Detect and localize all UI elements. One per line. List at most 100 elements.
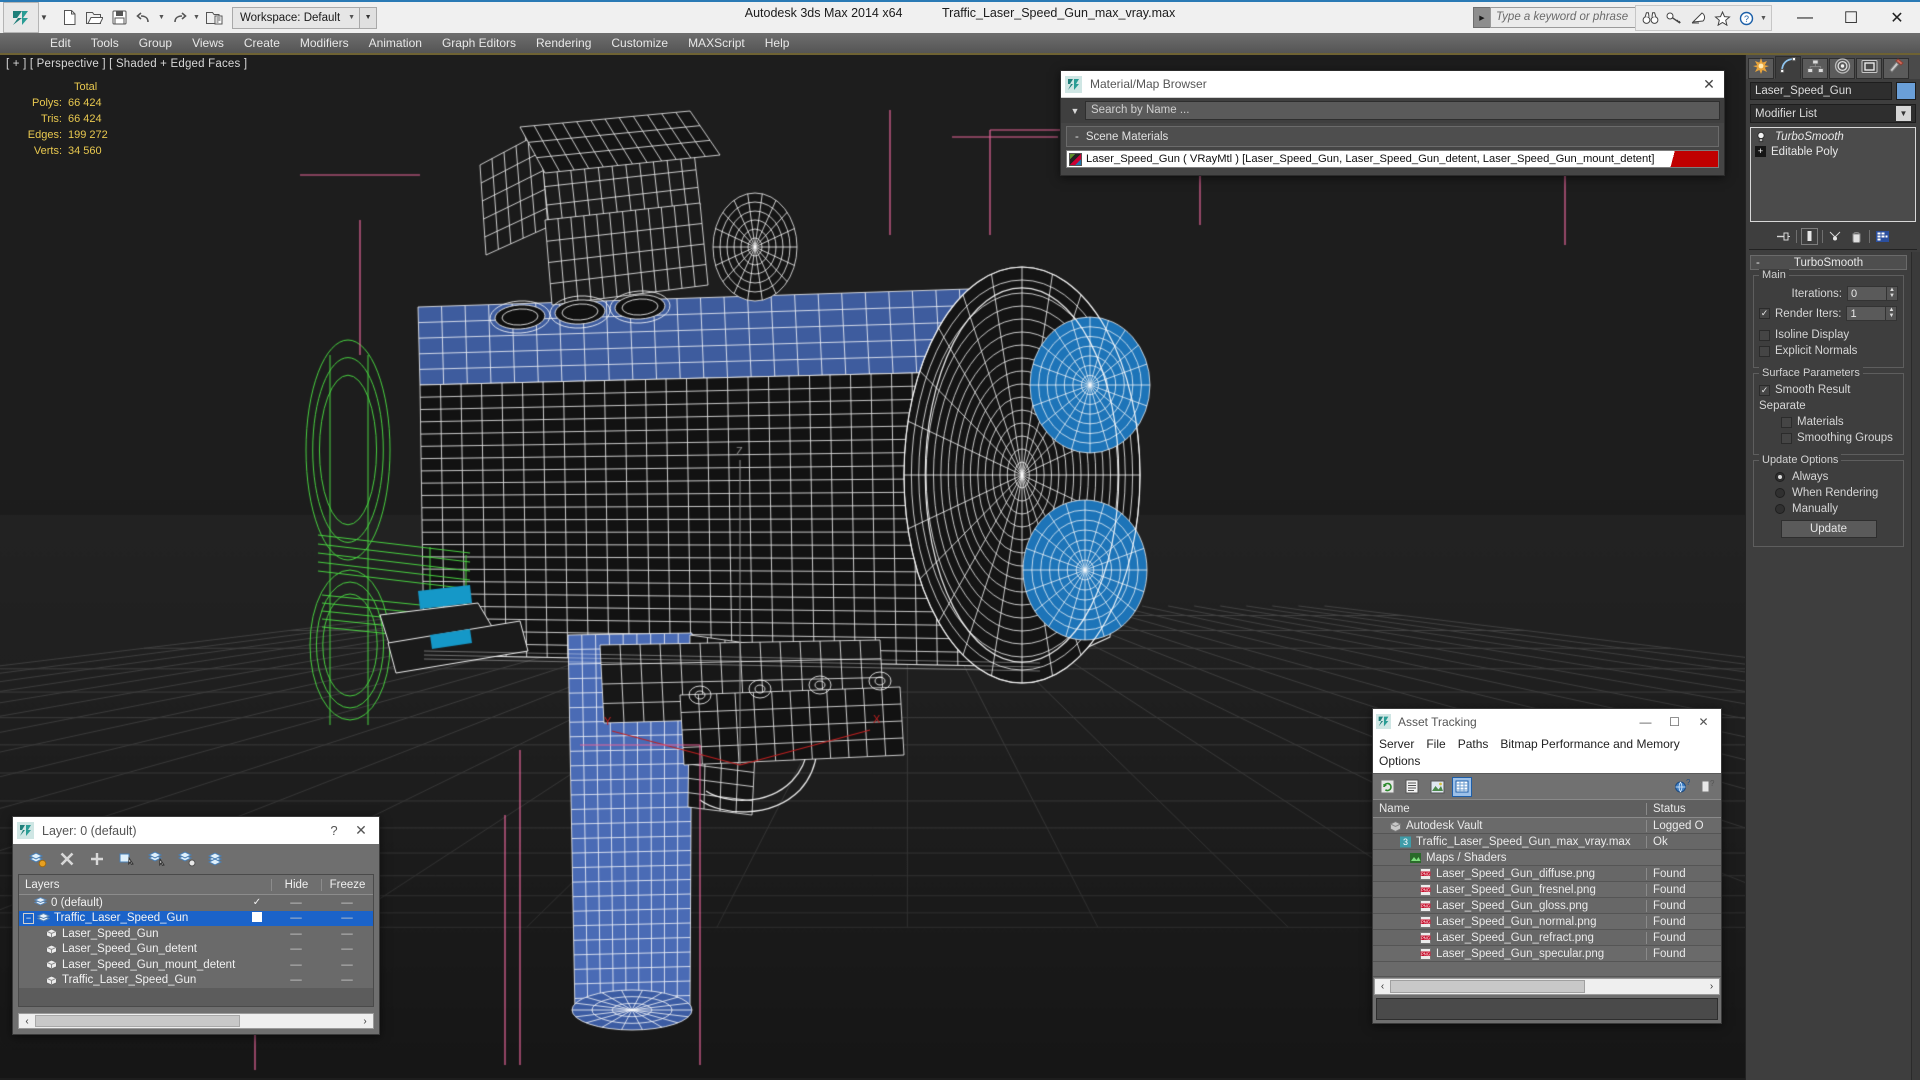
update-manually-row[interactable]: Manually — [1775, 503, 1898, 515]
layer-hide-toggle[interactable]: — — [271, 943, 321, 955]
iterations-spinner[interactable]: 0 ▲ ▼ — [1847, 286, 1898, 301]
set-project-folder-icon[interactable] — [202, 6, 226, 30]
object-name-field[interactable]: Laser_Speed_Gun — [1750, 82, 1892, 100]
scroll-left-icon[interactable]: ‹ — [19, 1016, 35, 1027]
menu-item-edit[interactable]: Edit — [40, 33, 81, 54]
app-menu-caret-icon[interactable]: ▼ — [40, 13, 50, 22]
motion-tab[interactable] — [1829, 58, 1855, 79]
redo-icon[interactable] — [167, 6, 191, 30]
layer-column-name[interactable]: Layers — [19, 879, 243, 891]
isoline-display-checkbox[interactable] — [1759, 329, 1770, 341]
update-manually-radio[interactable] — [1775, 504, 1785, 514]
menu-item-modifiers[interactable]: Modifiers — [290, 33, 359, 54]
layer-column-hide[interactable]: Hide — [271, 878, 321, 891]
asset-row[interactable]: PNG Laser_Speed_Gun_refract.png Found — [1373, 930, 1721, 946]
layer-hide-toggle[interactable]: — — [271, 959, 321, 971]
menu-item-animation[interactable]: Animation — [359, 33, 432, 54]
redo-dropdown-icon[interactable]: ▼ — [192, 6, 201, 30]
layer-freeze-toggle[interactable]: — — [321, 974, 373, 986]
asset-menu-server[interactable]: Server — [1379, 736, 1414, 753]
layer-freeze-toggle[interactable]: — — [321, 928, 373, 940]
smooth-result-row[interactable]: ✓ Smooth Result — [1759, 384, 1898, 396]
select-objects-in-layer-icon[interactable] — [117, 849, 137, 869]
add-selection-to-layer-icon[interactable] — [87, 849, 107, 869]
asset-tracking-maximize-button[interactable]: ☐ — [1660, 715, 1689, 729]
scroll-thumb[interactable] — [1390, 980, 1585, 993]
asset-tracking-hscrollbar[interactable]: ‹ › — [1374, 978, 1720, 995]
help-dropdown-icon[interactable]: ▼ — [1759, 6, 1768, 30]
maximize-button[interactable]: ☐ — [1828, 2, 1874, 33]
modifier-list-dropdown[interactable]: Modifier List ▼ — [1750, 104, 1916, 123]
help-question-icon[interactable]: ? — [1735, 7, 1758, 29]
satellite-dish-icon[interactable] — [1687, 7, 1710, 29]
material-list-item[interactable]: Laser_Speed_Gun ( VRayMtl ) [Laser_Speed… — [1066, 150, 1719, 168]
plus-expand-icon[interactable]: + — [1755, 146, 1766, 157]
favorites-star-icon[interactable] — [1711, 7, 1734, 29]
modifier-stack[interactable]: TurboSmooth + Editable Poly — [1750, 127, 1916, 222]
undo-dropdown-icon[interactable]: ▼ — [157, 6, 166, 30]
layer-current-marker[interactable] — [243, 911, 271, 925]
layer-freeze-toggle[interactable]: — — [321, 897, 373, 909]
menu-item-customize[interactable]: Customize — [601, 33, 678, 54]
layer-freeze-toggle[interactable]: — — [321, 912, 373, 924]
update-always-row[interactable]: Always — [1775, 471, 1898, 483]
material-search-input[interactable]: Search by Name ... — [1085, 101, 1720, 120]
help-globe-icon[interactable]: ? — [1672, 777, 1692, 797]
layer-window-help-button[interactable]: ? — [321, 823, 347, 838]
explicit-normals-checkbox[interactable] — [1759, 345, 1770, 357]
close-button[interactable]: ✕ — [1874, 2, 1920, 33]
remove-modifier-icon[interactable] — [1848, 228, 1865, 245]
layer-row[interactable]: − Traffic_Laser_Speed_Gun — — — [19, 910, 373, 926]
menu-item-tools[interactable]: Tools — [81, 33, 129, 54]
layer-row[interactable]: Laser_Speed_Gun_mount_detent — — — [19, 957, 373, 973]
utilities-tab[interactable] — [1883, 58, 1909, 79]
thumbnail-view-icon[interactable] — [1427, 777, 1447, 797]
asset-row[interactable]: PNG Laser_Speed_Gun_fresnel.png Found — [1373, 882, 1721, 898]
asset-tracking-minimize-button[interactable]: — — [1631, 715, 1660, 729]
object-color-swatch[interactable] — [1896, 82, 1916, 100]
select-highlighted-objects-icon[interactable] — [147, 849, 167, 869]
hierarchy-tab[interactable] — [1802, 58, 1828, 79]
asset-tracking-window[interactable]: Asset Tracking — ☐ ✕ Server File Paths Bitm… — [1372, 708, 1722, 1024]
material-browser-close-button[interactable]: ✕ — [1698, 76, 1720, 93]
update-when-rendering-radio[interactable] — [1775, 488, 1785, 498]
filter-dropdown-icon[interactable]: ▼ — [1065, 106, 1085, 116]
asset-row[interactable]: PNG Laser_Speed_Gun_normal.png Found — [1373, 914, 1721, 930]
refresh-icon[interactable] — [1377, 777, 1397, 797]
layer-hide-toggle[interactable]: — — [271, 912, 321, 924]
menu-item-maxscript[interactable]: MAXScript — [678, 33, 755, 54]
scroll-left-icon[interactable]: ‹ — [1375, 981, 1390, 992]
asset-column-name[interactable]: Name — [1373, 803, 1646, 815]
asset-menu-paths[interactable]: Paths — [1458, 736, 1489, 753]
layer-row[interactable]: Laser_Speed_Gun — — — [19, 926, 373, 942]
material-map-browser-window[interactable]: Material/Map Browser ✕ ▼ Search by Name … — [1060, 70, 1725, 176]
update-always-radio[interactable] — [1775, 472, 1785, 482]
asset-tracking-close-button[interactable]: ✕ — [1689, 715, 1718, 729]
layer-hide-toggle[interactable]: — — [271, 974, 321, 986]
asset-menu-options[interactable]: Options — [1379, 753, 1420, 770]
modify-tab[interactable] — [1775, 56, 1801, 79]
search-binoculars-icon[interactable] — [1639, 7, 1662, 29]
modifier-stack-item[interactable]: TurboSmooth — [1752, 129, 1914, 144]
scene-materials-section-header[interactable]: - Scene Materials — [1066, 126, 1719, 147]
scroll-right-icon[interactable]: › — [1704, 981, 1719, 992]
layer-column-freeze[interactable]: Freeze — [321, 878, 373, 891]
minimize-button[interactable]: — — [1782, 2, 1828, 33]
smooth-result-checkbox[interactable]: ✓ — [1759, 384, 1770, 396]
layer-expander-icon[interactable]: − — [23, 912, 34, 924]
separate-materials-checkbox[interactable] — [1781, 416, 1792, 428]
asset-row[interactable]: Autodesk Vault Logged O — [1373, 818, 1721, 834]
menu-item-graph-editors[interactable]: Graph Editors — [432, 33, 526, 54]
app-menu-button[interactable] — [3, 2, 39, 33]
workspace-selector[interactable]: Workspace: Default ▼ — [232, 6, 361, 29]
asset-row[interactable]: PNG Laser_Speed_Gun_gloss.png Found — [1373, 898, 1721, 914]
layer-hide-toggle[interactable]: — — [271, 928, 321, 940]
search-expand-icon[interactable]: ▶ — [1473, 7, 1490, 28]
asset-row[interactable]: 3 Traffic_Laser_Speed_Gun_max_vray.max Ok — [1373, 834, 1721, 850]
delete-layer-icon[interactable] — [57, 849, 77, 869]
iterations-value[interactable]: 0 — [1847, 286, 1887, 301]
command-panel-scrollbar[interactable] — [1911, 252, 1920, 1080]
separate-materials-row[interactable]: Materials — [1781, 416, 1898, 428]
layer-freeze-toggle[interactable]: — — [321, 943, 373, 955]
configure-modifier-sets-icon[interactable] — [1874, 228, 1891, 245]
